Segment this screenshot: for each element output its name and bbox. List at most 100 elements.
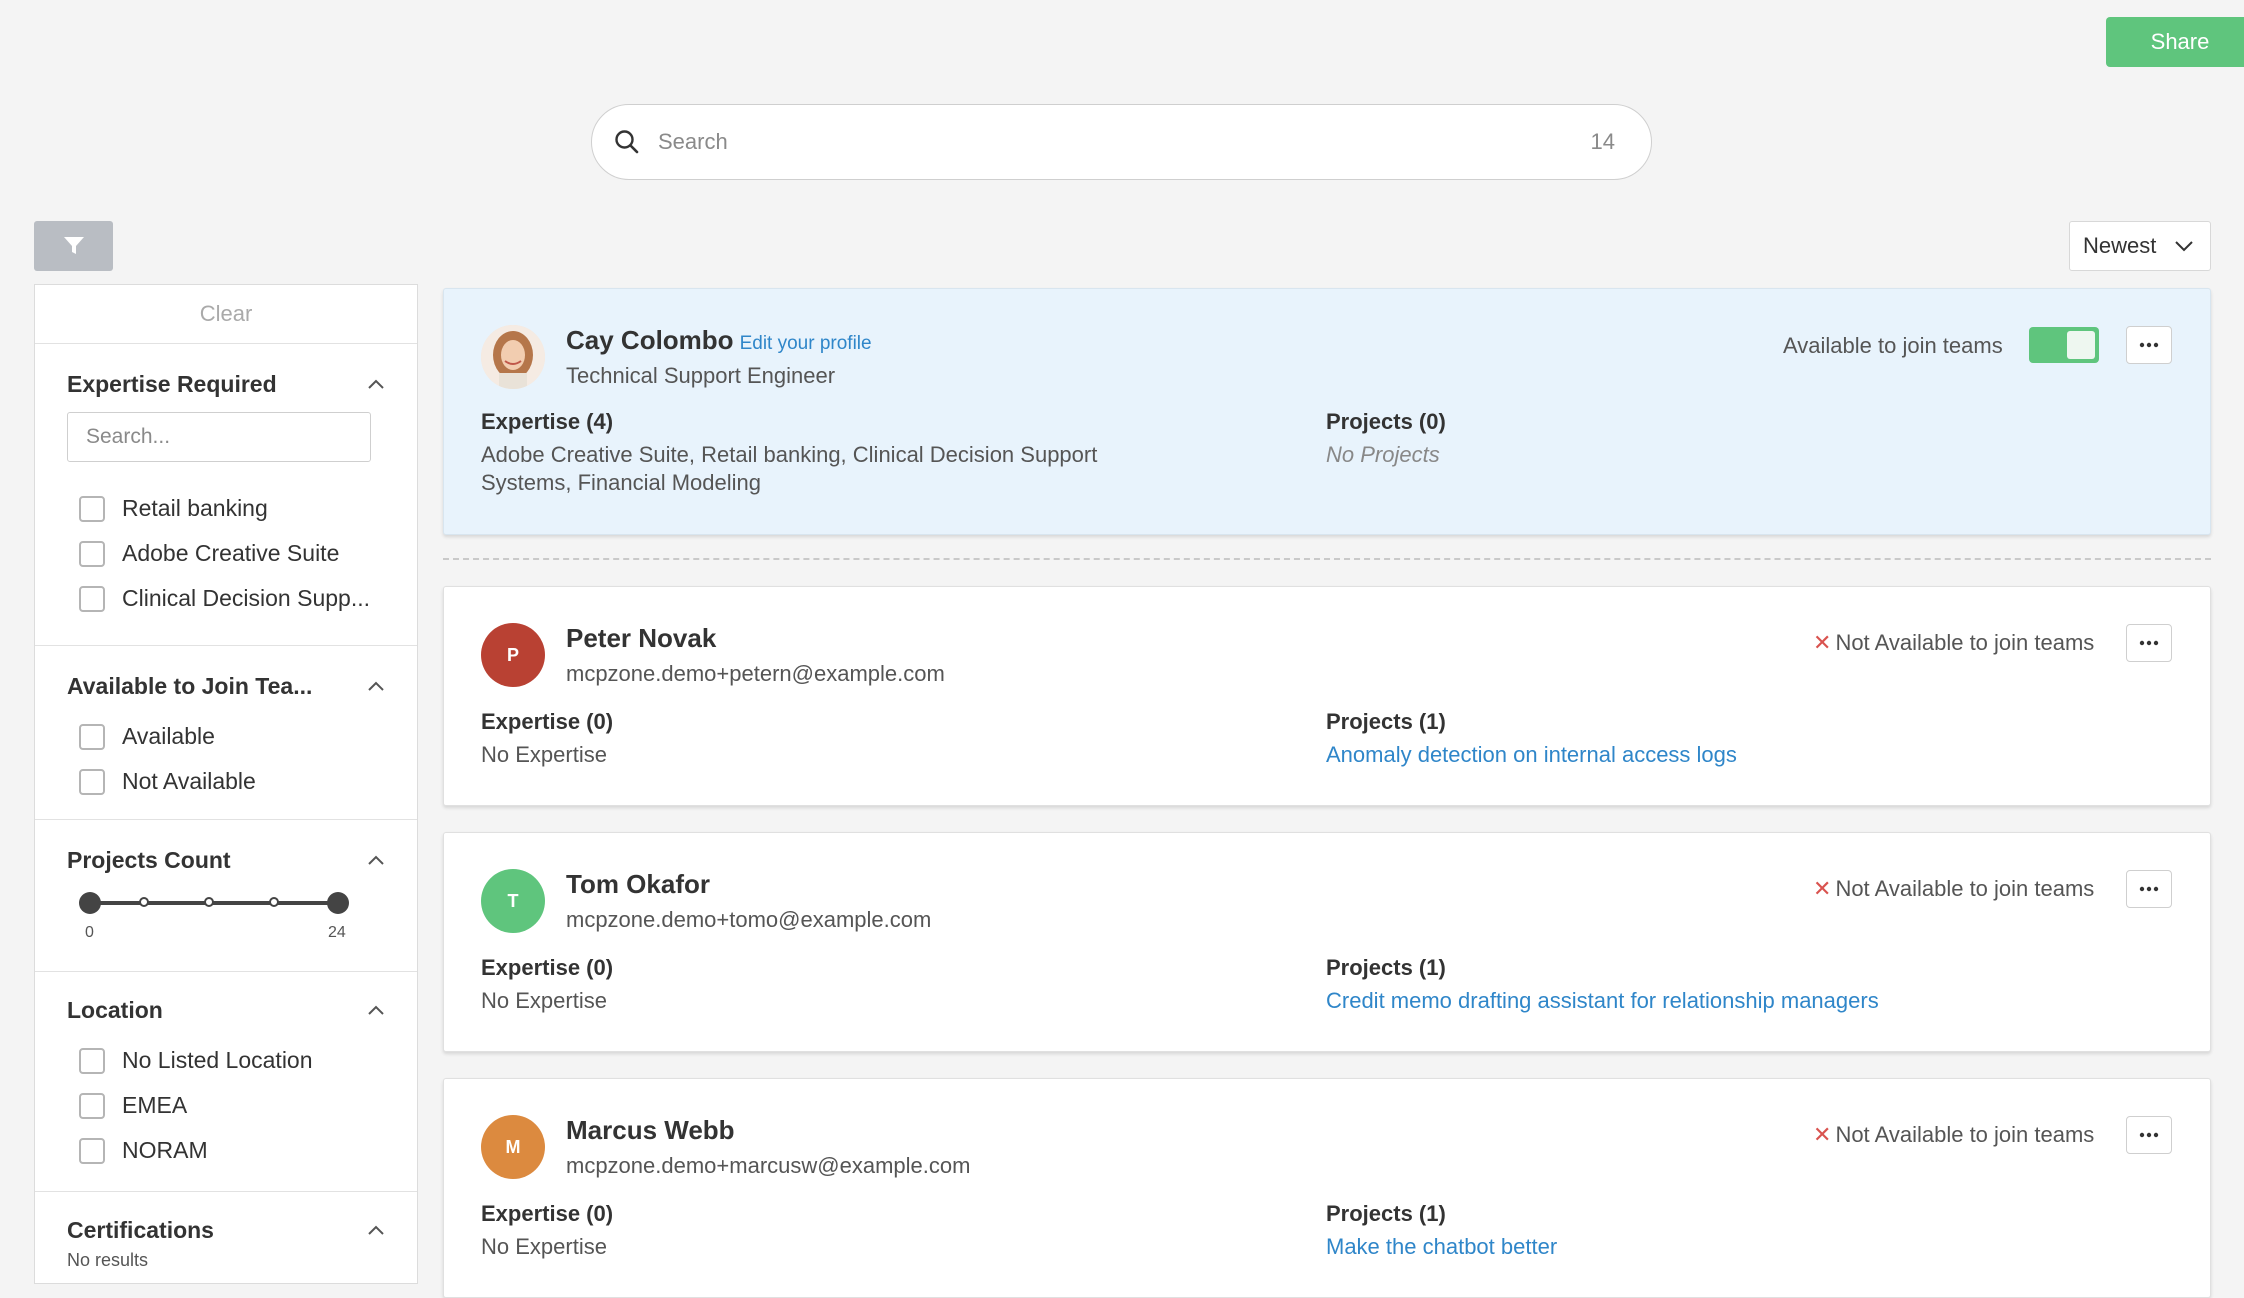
option-label: NORAM [122,1137,208,1163]
avatar: M [481,1115,545,1179]
more-options-button[interactable] [2126,1116,2172,1154]
filter-section-header[interactable]: Location [67,996,385,1024]
project-link[interactable]: Anomaly detection on internal access log… [1326,742,1737,768]
slider-min-handle[interactable] [79,892,101,914]
filter-section-availability: Available to Join Tea... Available Not A… [35,646,417,820]
expertise-empty: No Expertise [481,1234,607,1259]
expertise-empty: No Expertise [481,988,607,1013]
filter-section-header[interactable]: Certifications [67,1216,385,1244]
result-count: 14 [1590,129,1615,154]
availability-label: Not Available to join teams [1835,1122,2095,1147]
filter-option[interactable]: Not Available [67,759,385,804]
more-options-button[interactable] [2126,624,2172,662]
expertise-list: Adobe Creative Suite, Retail banking, Cl… [481,442,1098,495]
option-label: Not Available [122,768,256,794]
filter-section-header[interactable]: Available to Join Tea... [67,672,385,700]
project-link[interactable]: Make the chatbot better [1326,1234,1557,1260]
chevron-up-icon [368,681,384,691]
avatar-photo-icon [481,325,545,389]
checkbox[interactable] [79,540,105,567]
edit-profile-link[interactable]: Edit your profile [740,333,872,354]
chevron-down-icon [2175,241,2193,252]
option-label: Retail banking [122,495,268,521]
no-results-text: No results [67,1250,149,1270]
filter-section-title: Available to Join Tea... [67,672,313,699]
filter-section-title: Expertise Required [67,370,277,397]
availability-label: Available to join teams [1783,333,2003,358]
filter-icon [63,237,84,254]
share-button[interactable]: Share [2106,17,2244,67]
person-name: Cay Colombo Edit your profile [566,325,872,356]
filter-option[interactable]: Adobe Creative Suite [67,531,385,576]
chevron-up-icon [368,855,384,865]
checkbox[interactable] [79,585,105,612]
profile-card: T Tom Okafor mcpzone.demo+tomo@example.c… [443,832,2211,1052]
filter-option[interactable]: Available [67,714,385,759]
availability-status: ✕ Not Available to join teams [1813,876,2094,902]
filter-option[interactable]: Clinical Decision Supp... [67,576,385,621]
availability-label: Not Available to join teams [1835,630,2095,655]
sort-dropdown[interactable]: Newest [2069,221,2211,271]
filter-option[interactable]: No Listed Location [67,1038,385,1083]
filter-section-title: Location [67,996,163,1023]
chevron-up-icon [368,1005,384,1015]
person-name: Peter Novak [566,623,717,653]
expertise-title: Expertise (0) [481,1201,614,1226]
projects-title: Projects (1) [1326,955,1446,980]
checkbox[interactable] [79,1137,105,1164]
clear-filters-button[interactable]: Clear [35,285,417,344]
ellipsis-icon [2139,1132,2159,1138]
checkbox[interactable] [79,1047,105,1074]
slider-max-handle[interactable] [327,892,349,914]
slider-tick [269,897,279,907]
projects-title: Projects (1) [1326,1201,1446,1226]
option-label: Adobe Creative Suite [122,540,340,566]
filter-section-title: Projects Count [67,846,231,873]
close-icon: ✕ [1813,630,1832,655]
checkbox[interactable] [79,1092,105,1119]
avatar: T [481,869,545,933]
slider-tick [204,897,214,907]
more-options-button[interactable] [2126,870,2172,908]
option-label: EMEA [122,1092,188,1118]
projects-title: Projects (1) [1326,709,1446,734]
person-name: Tom Okafor [566,869,710,899]
projects-count-slider[interactable]: 0 24 [79,888,349,948]
close-icon: ✕ [1813,876,1832,901]
profile-card-self: Cay Colombo Edit your profile Technical S… [443,288,2211,535]
checkbox[interactable] [79,723,105,750]
filter-section-header[interactable]: Projects Count [67,846,385,874]
search-bar[interactable]: 14 [591,104,1652,180]
search-icon [615,130,639,154]
filter-option[interactable]: NORAM [67,1128,385,1173]
filter-section-header[interactable]: Expertise Required [67,370,385,398]
more-options-button[interactable] [2126,326,2172,364]
person-email: mcpzone.demo+petern@example.com [566,661,945,686]
section-divider [443,558,2211,560]
availability-label: Not Available to join teams [1835,876,2095,901]
person-email: mcpzone.demo+marcusw@example.com [566,1153,971,1178]
checkbox[interactable] [79,495,105,522]
projects-empty: No Projects [1326,442,1440,467]
sort-selected-value: Newest [2083,233,2157,258]
availability-toggle[interactable] [2029,327,2099,363]
filter-section-expertise: Expertise Required Retail banking Adobe … [35,344,417,646]
filter-option[interactable]: Retail banking [67,486,385,531]
avatar-initial: T [507,890,519,911]
option-label: No Listed Location [122,1047,313,1073]
checkbox[interactable] [79,768,105,795]
filter-section-location: Location No Listed Location EMEA NORAM [35,972,417,1192]
slider-track [89,901,339,905]
expertise-search-input[interactable] [67,412,371,462]
filter-section-certifications: Certifications No results [35,1192,417,1292]
project-link[interactable]: Credit memo drafting assistant for relat… [1326,988,1879,1014]
filter-toggle-button[interactable] [34,221,113,271]
slider-min-label: 0 [85,924,94,941]
expertise-title: Expertise (0) [481,709,614,734]
ellipsis-icon [2139,342,2159,348]
filter-option[interactable]: EMEA [67,1083,385,1128]
avatar [481,325,545,389]
avatar-initial: P [506,644,519,665]
person-name: Marcus Webb [566,1115,735,1145]
search-input[interactable] [656,128,1591,156]
